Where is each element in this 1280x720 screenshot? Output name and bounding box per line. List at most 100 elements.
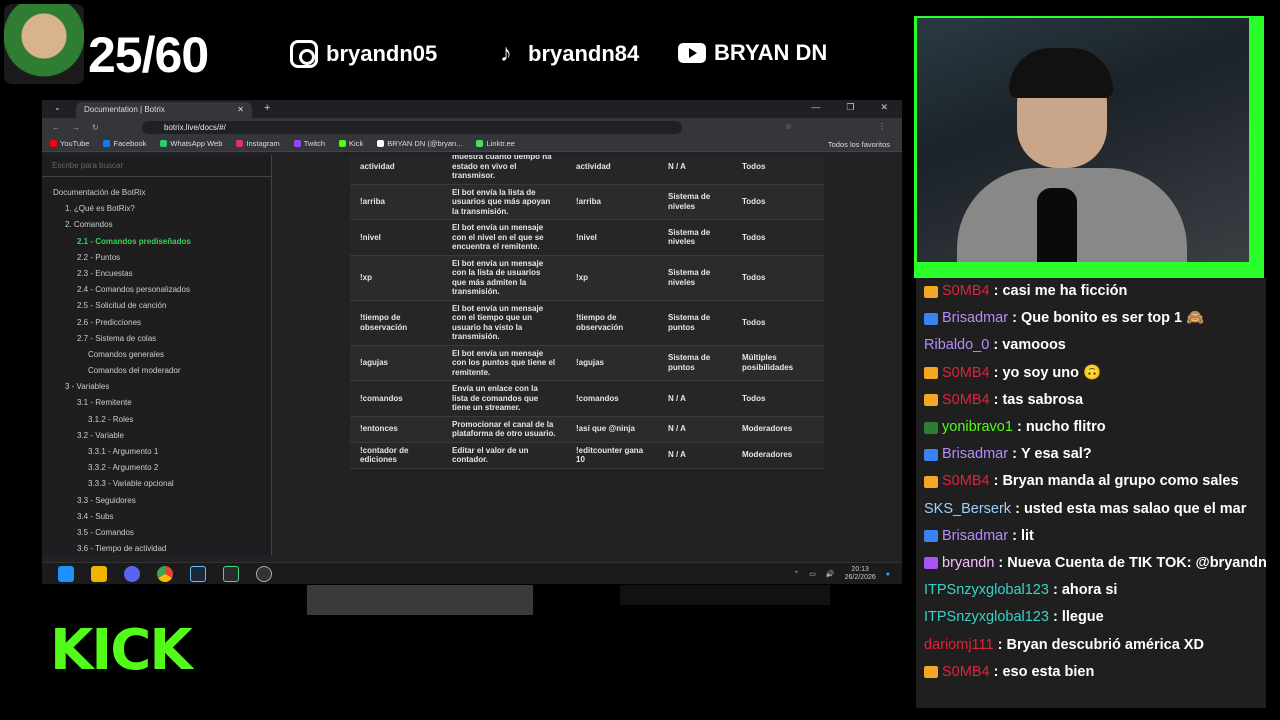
- chat-username[interactable]: Brisadmar: [942, 441, 1008, 468]
- sidebar-nav-item[interactable]: 3.3.2 - Argumento 2: [42, 460, 271, 476]
- docs-search-input[interactable]: Escribe para buscar: [42, 155, 271, 177]
- maximize-icon[interactable]: ❐: [846, 102, 854, 113]
- chat-username[interactable]: bryandn: [942, 550, 994, 577]
- sidebar-nav-item[interactable]: 3.3.1 - Argumento 1: [42, 444, 271, 460]
- sidebar-nav-item[interactable]: 3.6 - Tiempo de actividad: [42, 541, 271, 557]
- sidebar-nav-item[interactable]: 2.2 - Puntos: [42, 250, 271, 266]
- discord-icon[interactable]: [124, 566, 140, 582]
- captured-desktop: ⌄ Documentation | Botrix ✕ + — ❐ ✕ ← → ↻…: [42, 100, 902, 584]
- chat-username[interactable]: Brisadmar: [942, 305, 1008, 332]
- close-window-icon[interactable]: ✕: [880, 102, 888, 113]
- forward-icon[interactable]: →: [72, 123, 80, 132]
- close-tab-icon[interactable]: ✕: [237, 105, 244, 115]
- bookmark-item[interactable]: Twitch: [293, 139, 325, 148]
- chat-username[interactable]: S0MB4: [942, 468, 990, 495]
- bookmark-item[interactable]: Instagram: [236, 139, 280, 148]
- chat-username[interactable]: ITPSnzyxglobal123: [924, 604, 1049, 631]
- browser-tab[interactable]: Documentation | Botrix ✕: [76, 102, 252, 118]
- tray-chevron-icon[interactable]: ⌃: [793, 570, 799, 578]
- capcut-icon[interactable]: [223, 566, 239, 582]
- obs-icon[interactable]: [256, 566, 272, 582]
- bookmark-star-icon[interactable]: ☆: [785, 122, 792, 131]
- commands-table: actividad muestra cuánto tiempo ha estado…: [350, 155, 824, 469]
- chat-text: ahora si: [1061, 582, 1118, 599]
- bookmark-item[interactable]: Linktr.ee: [476, 139, 515, 148]
- chat-username[interactable]: Brisadmar: [942, 523, 1008, 550]
- chat-message: S0MB4 : tas sabrosa: [916, 387, 1266, 414]
- chat-username[interactable]: yonibravo1: [942, 414, 1013, 441]
- menu-icon[interactable]: ⋮: [878, 122, 886, 131]
- network-icon[interactable]: ▭: [809, 570, 816, 578]
- chat-separator: :: [1008, 310, 1021, 327]
- table-cell: !tiempo de observación: [350, 300, 442, 346]
- steam-icon[interactable]: [190, 566, 206, 582]
- sidebar-nav-item[interactable]: 2.5 - Solicitud de canción: [42, 298, 271, 314]
- chat-username[interactable]: dariomj111: [924, 632, 994, 659]
- webcam-frame: [914, 16, 1264, 278]
- file-explorer-icon[interactable]: [91, 566, 107, 582]
- sidebar-nav-item[interactable]: 2.3 - Encuestas: [42, 266, 271, 282]
- bookmark-item[interactable]: YouTube: [50, 139, 89, 148]
- chat-username[interactable]: SKS_Berserk: [924, 496, 1011, 523]
- sidebar-nav-item[interactable]: 1. ¿Qué es BotRix?: [42, 201, 271, 217]
- chat-username[interactable]: ITPSnzyxglobal123: [924, 577, 1049, 604]
- chat-username[interactable]: S0MB4: [942, 387, 990, 414]
- sidebar-nav-item[interactable]: 2.6 - Predicciones: [42, 315, 271, 331]
- sidebar-nav-item[interactable]: 3.2 - Variable: [42, 428, 271, 444]
- sidebar-nav-item[interactable]: 3.3 - Seguidores: [42, 493, 271, 509]
- bookmark-item[interactable]: Facebook: [103, 139, 146, 148]
- notification-icon[interactable]: ●: [886, 571, 890, 578]
- start-icon[interactable]: [58, 566, 74, 582]
- chat-username[interactable]: S0MB4: [942, 278, 990, 305]
- back-icon[interactable]: ←: [52, 123, 60, 132]
- address-bar[interactable]: botrix.live/docs/#/: [142, 121, 682, 134]
- bookmark-item[interactable]: Kick: [339, 139, 363, 148]
- sidebar-nav-item[interactable]: 3.1 - Remitente: [42, 395, 271, 411]
- chat-separator: :: [993, 636, 1007, 653]
- sidebar-nav-item[interactable]: 3 - Variables: [42, 379, 271, 395]
- chat-badge-icon: [924, 285, 938, 298]
- sidebar-nav-item[interactable]: Comandos del moderador: [42, 363, 271, 379]
- sidebar-nav-item[interactable]: Documentación de BotRix: [42, 185, 271, 201]
- table-row: !entonces Promocionar el canal de la plat…: [350, 416, 824, 443]
- chat-text: Que bonito es ser top 1 🙈: [1020, 310, 1205, 327]
- table-cell: !tiempo de observación: [566, 300, 658, 346]
- table-row: !tiempo de observación El bot envía un me…: [350, 300, 824, 346]
- minimize-icon[interactable]: —: [811, 102, 820, 113]
- chat-text: casi me ha ficción: [1002, 283, 1128, 300]
- sidebar-nav-item[interactable]: 2.7 - Sistema de colas: [42, 331, 271, 347]
- bookmark-item[interactable]: WhatsApp Web: [160, 139, 222, 148]
- table-cell: !arriba: [566, 184, 658, 220]
- chat-separator: :: [1011, 500, 1024, 517]
- reload-icon[interactable]: ↻: [92, 123, 99, 132]
- chat-separator: :: [1008, 527, 1021, 544]
- chat-username[interactable]: S0MB4: [942, 360, 990, 387]
- bookmark-favicon-icon: [339, 140, 347, 147]
- table-cell: !xp: [350, 255, 442, 301]
- chrome-icon[interactable]: [157, 566, 173, 582]
- tab-list-icon[interactable]: ⌄: [54, 103, 61, 112]
- bookmark-item[interactable]: BRYAN DN (@bryan...: [377, 139, 462, 148]
- sidebar-nav-item[interactable]: 3.3.3 - Variable opcional: [42, 476, 271, 492]
- youtube-label: BRYAN DN: [714, 40, 828, 65]
- all-favorites-link[interactable]: Todos los favoritos: [828, 140, 890, 149]
- browser-tabbar: ⌄ Documentation | Botrix ✕ + — ❐ ✕: [42, 100, 902, 118]
- sidebar-nav-item[interactable]: 2. Comandos: [42, 217, 271, 233]
- taskbar-clock[interactable]: 20:13 26/2/2026: [845, 566, 876, 582]
- sidebar-nav-item[interactable]: 3.1.2 - Roles: [42, 412, 271, 428]
- chat-separator: :: [989, 364, 1003, 381]
- volume-icon[interactable]: 🔊: [826, 570, 835, 578]
- sidebar-nav-item[interactable]: 3.4 - Subs: [42, 509, 271, 525]
- table-cell: N / A: [658, 380, 732, 417]
- table-cell: Múltiples posibilidades: [732, 345, 824, 381]
- sidebar-nav-item[interactable]: 3.5 - Comandos: [42, 525, 271, 541]
- table-cell: Todos: [732, 300, 824, 346]
- chat-separator: :: [989, 391, 1003, 408]
- table-cell: actividad: [566, 155, 658, 185]
- sidebar-nav-item[interactable]: Comandos generales: [42, 347, 271, 363]
- chat-username[interactable]: Ribaldo_0: [924, 332, 989, 359]
- chat-username[interactable]: S0MB4: [942, 659, 990, 686]
- sidebar-nav-item[interactable]: 2.4 - Comandos personalizados: [42, 282, 271, 298]
- sidebar-nav-item[interactable]: 2.1 - Comandos prediseñados: [42, 234, 271, 250]
- new-tab-button[interactable]: +: [264, 102, 270, 114]
